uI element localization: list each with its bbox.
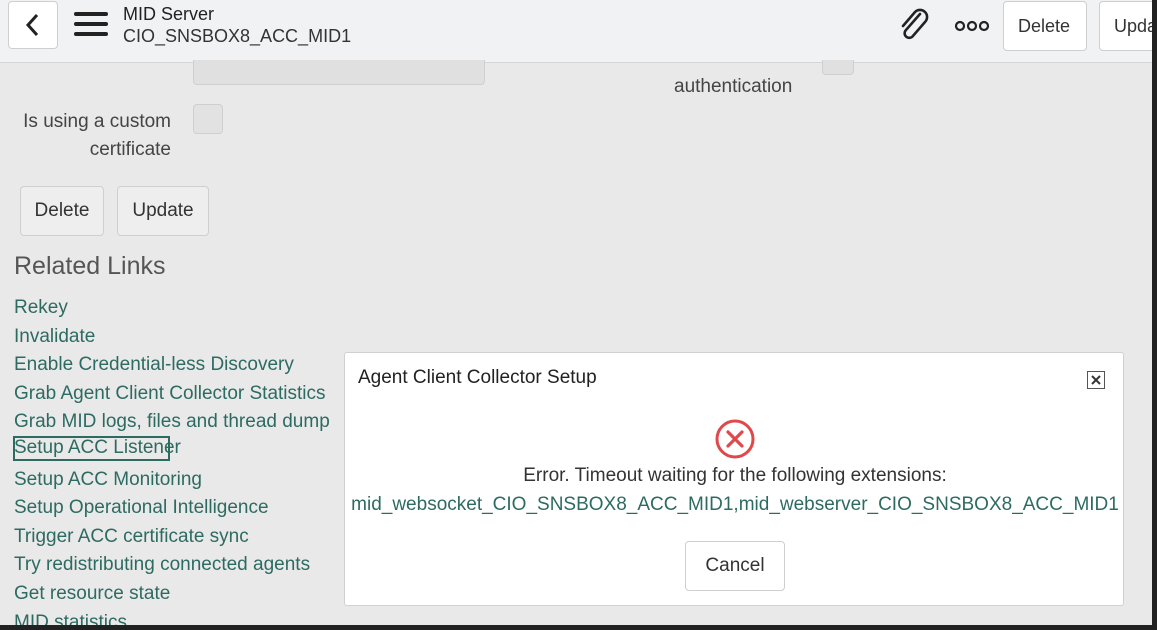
custom-certificate-label: Is using a custom certificate: [20, 108, 171, 164]
close-icon[interactable]: [1087, 371, 1105, 389]
more-options-icon[interactable]: [954, 18, 990, 34]
paperclip-icon[interactable]: [896, 8, 932, 44]
link-setup-operational-intelligence[interactable]: Setup Operational Intelligence: [14, 494, 330, 523]
link-get-resource-state[interactable]: Get resource state: [14, 580, 330, 609]
link-setup-acc-listener[interactable]: Setup ACC Listener: [13, 435, 181, 461]
link-grab-acc-statistics[interactable]: Grab Agent Client Collector Statistics: [14, 380, 330, 409]
record-name: CIO_SNSBOX8_ACC_MID1: [123, 26, 352, 46]
app-frame: MID Server CIO_SNSBOX8_ACC_MID1 Delete U…: [0, 0, 1152, 625]
back-button[interactable]: [8, 1, 58, 49]
error-circle-icon: [715, 419, 755, 459]
related-links-heading: Related Links: [14, 252, 166, 280]
hamburger-menu-icon[interactable]: [74, 12, 108, 40]
link-try-redistributing-agents[interactable]: Try redistributing connected agents: [14, 551, 330, 580]
dialog-title: Agent Client Collector Setup: [358, 367, 597, 388]
custom-certificate-label-line2: certificate: [89, 139, 171, 160]
chevron-left-icon: [25, 13, 39, 37]
page-title: MID Server: [123, 4, 215, 24]
link-trigger-acc-certificate-sync[interactable]: Trigger ACC certificate sync: [14, 523, 330, 552]
link-mid-statistics[interactable]: MID statistics: [14, 609, 330, 625]
header-delete-button[interactable]: Delete: [1003, 1, 1087, 51]
form-delete-button[interactable]: Delete: [20, 186, 104, 236]
extensions-list: mid_websocket_CIO_SNSBOX8_ACC_MID1,mid_w…: [351, 494, 1119, 515]
link-grab-mid-logs[interactable]: Grab MID logs, files and thread dump: [14, 408, 330, 437]
cancel-button[interactable]: Cancel: [685, 541, 785, 591]
custom-certificate-label-line1: Is using a custom: [23, 111, 171, 132]
related-links-list: Rekey Invalidate Enable Credential-less …: [13, 294, 330, 625]
authentication-checkbox[interactable]: [822, 60, 854, 75]
readonly-field: [193, 60, 485, 85]
authentication-label: authentication: [674, 76, 793, 97]
link-invalidate[interactable]: Invalidate: [14, 323, 330, 352]
error-message: Error. Timeout waiting for the following…: [523, 465, 947, 486]
close-x-glyph: [1091, 375, 1101, 385]
acc-setup-dialog: Agent Client Collector Setup Error. Time…: [344, 352, 1124, 606]
link-rekey[interactable]: Rekey: [14, 294, 330, 323]
header-update-button[interactable]: Upda: [1099, 1, 1152, 51]
custom-certificate-checkbox[interactable]: [193, 104, 223, 134]
link-enable-credential-less-discovery[interactable]: Enable Credential-less Discovery: [14, 351, 330, 380]
top-header: MID Server CIO_SNSBOX8_ACC_MID1 Delete U…: [0, 0, 1152, 63]
form-update-button[interactable]: Update: [117, 186, 209, 236]
link-setup-acc-monitoring[interactable]: Setup ACC Monitoring: [14, 466, 330, 495]
